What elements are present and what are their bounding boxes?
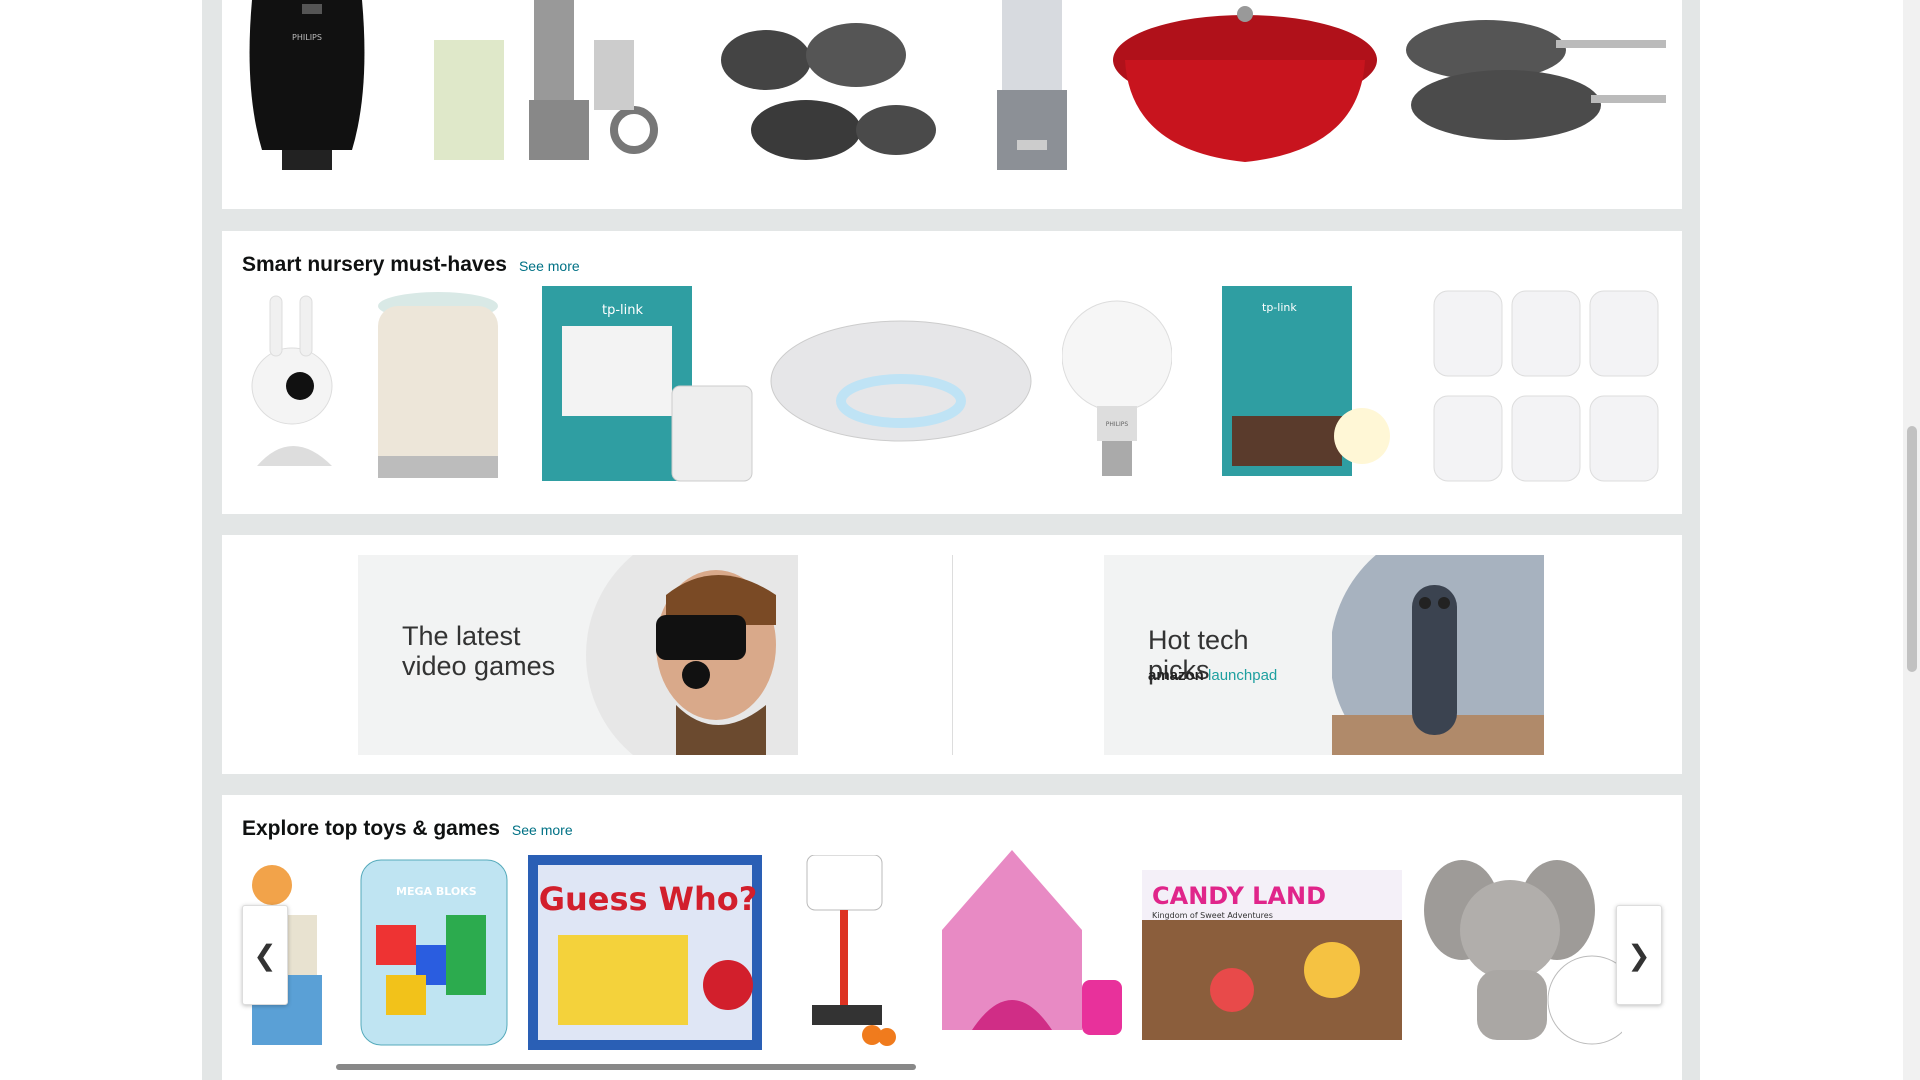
see-more-link[interactable]: See more: [512, 822, 573, 838]
svg-text:Guess Who?: Guess Who?: [539, 880, 758, 918]
toys-row-card: Explore top toys & games See more MEGA BL…: [222, 795, 1682, 1080]
vr-headset-image: [586, 555, 798, 755]
kitchen-row-card: PHILIPS: [222, 0, 1682, 209]
row-title: Smart nursery must-haves See more: [242, 253, 580, 276]
window-scrollbar-thumb[interactable]: [1907, 426, 1917, 672]
nursery-row-card: Smart nursery must-haves See more tp-link…: [222, 231, 1682, 514]
banner-divider: [952, 555, 953, 755]
product-led-night-lights[interactable]: [1432, 286, 1662, 486]
svg-text:tp-link: tp-link: [602, 303, 644, 318]
svg-text:PHILIPS: PHILIPS: [292, 33, 322, 42]
product-night-light-projector[interactable]: [370, 286, 506, 486]
banner-video-games[interactable]: The latest video games: [358, 555, 798, 755]
carousel-next-button[interactable]: ❯: [1616, 905, 1662, 1005]
product-guess-who[interactable]: Guess Who?: [528, 855, 762, 1050]
row-title: Explore top toys & games See more: [242, 817, 573, 840]
product-cookware-set[interactable]: [706, 0, 942, 178]
owl-camera-image: [1332, 555, 1544, 755]
product-mega-bloks[interactable]: MEGA BLOKS: [356, 855, 512, 1050]
svg-text:MEGA BLOKS: MEGA BLOKS: [396, 885, 477, 898]
product-smart-led-bulb[interactable]: tp-link: [1202, 286, 1392, 486]
see-more-link[interactable]: See more: [519, 258, 580, 274]
carousel-scrollbar[interactable]: [336, 1064, 916, 1070]
carousel-prev-button[interactable]: ❮: [242, 905, 288, 1005]
product-smart-plug[interactable]: tp-link: [522, 286, 754, 486]
product-princess-tent[interactable]: [932, 850, 1128, 1050]
product-plush-elephant[interactable]: [1422, 850, 1622, 1050]
product-candy-land[interactable]: CANDY LAND Kingdom of Sweet Adventures: [1142, 870, 1402, 1040]
product-frying-pans[interactable]: [1396, 0, 1666, 178]
window-scrollbar[interactable]: [1903, 0, 1920, 1080]
product-basketball-hoop[interactable]: [792, 855, 902, 1050]
banner-text: The latest video games: [402, 621, 556, 681]
banner-brand: amazon launchpad: [1148, 667, 1278, 684]
svg-text:tp-link: tp-link: [1262, 301, 1297, 314]
product-smoke-alarm[interactable]: [768, 306, 1034, 456]
product-smart-bulb[interactable]: PHILIPS: [1062, 286, 1172, 486]
product-airfryer[interactable]: PHILIPS: [242, 0, 372, 178]
svg-text:Kingdom of Sweet Adventures: Kingdom of Sweet Adventures: [1152, 911, 1273, 920]
banner-row-card: The latest video games Hot tech picks am…: [222, 535, 1682, 774]
svg-text:PHILIPS: PHILIPS: [1106, 421, 1129, 428]
banner-tech-picks[interactable]: Hot tech picks amazon launchpad: [1104, 555, 1544, 755]
svg-text:CANDY LAND: CANDY LAND: [1152, 882, 1326, 910]
chevron-right-icon: ❯: [1627, 939, 1651, 971]
product-food-processor[interactable]: [982, 0, 1082, 178]
product-blender[interactable]: [434, 0, 690, 178]
product-dutch-oven[interactable]: [1110, 0, 1380, 178]
product-baby-camera[interactable]: [242, 286, 357, 486]
chevron-left-icon: ❮: [253, 939, 277, 971]
